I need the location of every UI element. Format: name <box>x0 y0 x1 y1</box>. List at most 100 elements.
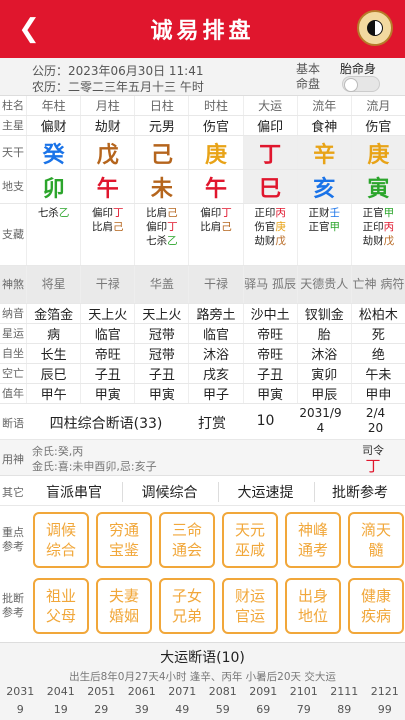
dayun-age[interactable]: 29 <box>81 703 122 719</box>
cell: 死 <box>350 324 405 343</box>
dayun-year[interactable]: 2121 <box>365 685 405 701</box>
cell: 长生 <box>26 344 80 363</box>
dayun-year[interactable]: 2101 <box>284 685 325 701</box>
cell: 子丑 <box>80 364 134 383</box>
canggan-gan: 壬 <box>329 207 341 219</box>
cell: 松柏木 <box>350 304 405 323</box>
pidian-button[interactable]: 夫妻婚姻 <box>96 578 152 634</box>
cell: 时柱 <box>188 96 242 115</box>
dayun-age[interactable]: 69 <box>243 703 284 719</box>
pidian-button[interactable]: 健康疾病 <box>348 578 404 634</box>
canggan-item: 正官甲 <box>363 206 395 220</box>
cell: 华盖 <box>134 266 188 303</box>
row-zhuxing: 主星 偏财 劫财 元男 伤官 偏印 食神 伤官 <box>0 116 405 136</box>
pidian-button[interactable]: 祖业父母 <box>33 578 89 634</box>
cell: 金箔金 <box>26 304 80 323</box>
dayun-year[interactable]: 2051 <box>81 685 122 701</box>
dayun-year[interactable]: 2031 <box>0 685 41 701</box>
qita-mangpai-button[interactable]: 盲派串官 <box>28 482 120 502</box>
pillar-name: 流月 <box>366 99 391 113</box>
row-tiangan: 天干 癸 戊 己 庚 丁 辛 庚 <box>0 136 405 170</box>
zhongdian-button[interactable]: 三命通会 <box>159 512 215 568</box>
xingyun: 胎 <box>317 328 331 343</box>
dayun-age[interactable]: 89 <box>324 703 365 719</box>
shensha: 将星 <box>41 277 66 291</box>
dayun-age[interactable]: 9 <box>0 703 41 719</box>
zhongdian-button[interactable]: 滴天髓 <box>348 512 404 568</box>
zhiyin: 甲申 <box>365 388 392 403</box>
dayun-age[interactable]: 79 <box>284 703 325 719</box>
tiangan: 己 <box>150 142 173 168</box>
cell: 甲寅 <box>242 384 297 403</box>
yongshen-line1: 余氏:癸,丙 <box>32 445 84 458</box>
cell: 午 <box>188 170 242 203</box>
dashang-button[interactable]: 打赏 <box>186 413 238 433</box>
header-bar: ❮ 诚易排盘 <box>0 0 405 58</box>
xingyun: 死 <box>371 328 385 343</box>
canggan-item: 伤官庚 <box>254 220 286 234</box>
dayun-age[interactable]: 39 <box>122 703 163 719</box>
dayun-title[interactable]: 大运断语(10) <box>0 647 405 667</box>
cell: 病 <box>26 324 80 343</box>
cell: 己 <box>134 136 188 169</box>
dayun-age[interactable]: 99 <box>365 703 405 719</box>
liuyue-date-1: 2/4 <box>365 406 386 420</box>
dayun-year[interactable]: 2091 <box>243 685 284 701</box>
cell: 比肩己 偏印丁 七杀乙 <box>134 204 188 265</box>
xingyun: 临官 <box>202 328 229 343</box>
pidian-button[interactable]: 子女兄弟 <box>159 578 215 634</box>
dayun-year[interactable]: 2081 <box>203 685 244 701</box>
qita-dayun-button[interactable]: 大运速提 <box>218 482 312 502</box>
cell: 元男 <box>134 116 188 135</box>
zhiyin: 甲辰 <box>311 388 338 403</box>
liuyue-date-2: 20 <box>367 421 384 435</box>
dayun-ages: 9 19 29 39 49 59 69 79 89 99 <box>0 703 405 719</box>
canggan-shishen: 七杀 <box>37 207 59 219</box>
dayun-age[interactable]: 49 <box>162 703 203 719</box>
taiming-toggle[interactable] <box>342 76 380 92</box>
dayun-year[interactable]: 2071 <box>162 685 203 701</box>
xingyun: 病 <box>47 328 61 343</box>
canggan-shishen: 偏印 <box>146 221 168 233</box>
row-zhuming: 柱名 年柱 月柱 日柱 时柱 大运 流年 流月 <box>0 96 405 116</box>
row-canggan: 支藏 七杀乙 偏印丁 比肩己 比肩己 偏印丁 七杀乙 偏印丁 比肩己 正印丙 伤官庚 劫财戊 正财壬 正官… <box>0 204 405 266</box>
cell: 辰巳 <box>26 364 80 383</box>
cell: 正官甲 正印丙 劫财戊 <box>350 204 405 265</box>
basic-chart-label: 基本命盘 <box>296 62 321 91</box>
cell: 未 <box>134 170 188 203</box>
zhongdian-button[interactable]: 天元巫咸 <box>222 512 278 568</box>
row-label: 空亡 <box>2 367 24 380</box>
tiangan: 庚 <box>367 142 390 168</box>
canggan-shishen: 七杀 <box>146 235 168 247</box>
cell: 临官 <box>188 324 242 343</box>
zizuo: 沐浴 <box>202 348 229 363</box>
sizhu-duanyu-button[interactable]: 四柱综合断语(33) <box>26 413 186 433</box>
zhongdian-row: 重点参考 调候综合 穷通宝鉴 三命通会 天元巫咸 神峰通考 滴天髓 <box>0 508 405 572</box>
dayun-year[interactable]: 2041 <box>41 685 82 701</box>
xingyun: 临官 <box>94 328 121 343</box>
dayun-year[interactable]: 2111 <box>324 685 365 701</box>
tiangan: 戊 <box>96 142 119 168</box>
canggan-item: 偏印丁 <box>146 220 178 234</box>
nayin: 天上火 <box>88 308 128 323</box>
zhongdian-button[interactable]: 穷通宝鉴 <box>96 512 152 568</box>
cell: 甲寅 <box>134 384 188 403</box>
row-label: 自坐 <box>2 347 24 360</box>
cell: 沐浴 <box>188 344 242 363</box>
canggan-item: 正印丙 <box>254 206 286 220</box>
zhongdian-button[interactable]: 神峰通考 <box>285 512 341 568</box>
pidian-button[interactable]: 出身地位 <box>285 578 341 634</box>
zhongdian-button[interactable]: 调候综合 <box>33 512 89 568</box>
cell: 帝旺 <box>242 344 297 363</box>
canggan-gan: 己 <box>221 221 232 233</box>
gongli-date: 公历：2023年06月30日 11:41 <box>32 64 204 78</box>
cell: 辛 <box>296 136 351 169</box>
qita-tiaohou-button[interactable]: 调候综合 <box>122 482 216 502</box>
dayun-year[interactable]: 2061 <box>122 685 163 701</box>
taiji-logo-icon[interactable] <box>357 10 393 46</box>
dayun-age[interactable]: 59 <box>203 703 244 719</box>
dayun-age[interactable]: 19 <box>41 703 82 719</box>
canggan-item: 偏印丁 <box>200 206 232 220</box>
pidian-button[interactable]: 财运官运 <box>222 578 278 634</box>
qita-piduan-button[interactable]: 批断参考 <box>314 482 405 502</box>
